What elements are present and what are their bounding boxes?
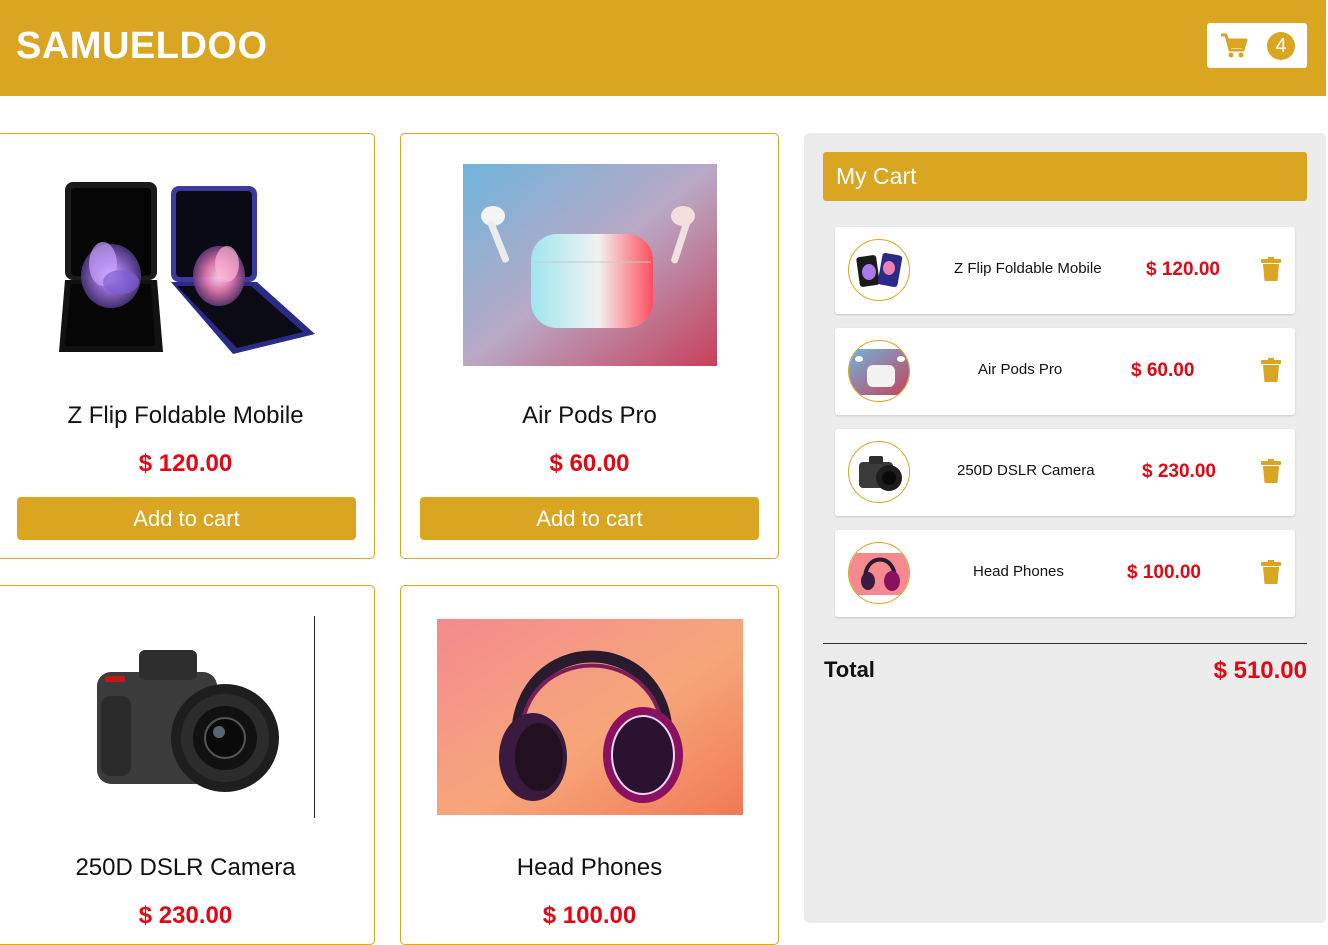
trash-icon[interactable]	[1261, 358, 1281, 387]
product-card: Head Phones $ 100.00	[400, 585, 779, 945]
cart-item-name: 250D DSLR Camera	[957, 462, 1095, 479]
cart-item-thumbnail	[848, 542, 910, 604]
trash-icon[interactable]	[1261, 257, 1281, 286]
product-price: $ 230.00	[138, 902, 233, 929]
cart-item-name: Air Pods Pro	[978, 361, 1063, 378]
product-image-headphones	[437, 619, 743, 815]
product-name: Head Phones	[516, 854, 663, 881]
cart-item: 250D DSLR Camera $ 230.00	[835, 429, 1295, 516]
product-price: $ 120.00	[138, 450, 233, 477]
cart-item-thumbnail	[848, 239, 910, 301]
total-label: Total	[824, 657, 875, 682]
product-image-airpods	[463, 164, 717, 366]
product-card: Air Pods Pro $ 60.00 Add to cart	[400, 133, 779, 559]
product-image-camera	[91, 636, 287, 811]
cart-item-thumbnail	[848, 340, 910, 402]
cart-panel: My Cart Z Flip Foldable Mobile $ 120.00	[804, 133, 1326, 923]
trash-icon[interactable]	[1261, 560, 1281, 589]
cart-icon	[1220, 33, 1248, 64]
total-value: $ 510.00	[1213, 657, 1307, 684]
add-to-cart-button[interactable]: Add to cart	[17, 497, 356, 540]
cart-count-badge: 4	[1267, 32, 1295, 60]
cart-item-price: $ 60.00	[1131, 360, 1195, 381]
cart-item-thumbnail	[848, 441, 910, 503]
top-navbar: SAMUELDOO 4	[0, 0, 1326, 96]
cart-item-name: Head Phones	[973, 563, 1064, 580]
product-name: Z Flip Foldable Mobile	[67, 402, 304, 429]
cart-item: Z Flip Foldable Mobile $ 120.00	[835, 227, 1295, 314]
cart-item: Air Pods Pro $ 60.00	[835, 328, 1295, 415]
add-to-cart-button[interactable]: Add to cart	[420, 497, 759, 540]
cart-item-name: Z Flip Foldable Mobile	[954, 260, 1102, 277]
cart-item-price: $ 100.00	[1127, 562, 1201, 583]
product-card: 250D DSLR Camera $ 230.00	[0, 585, 375, 945]
product-image-foldable-phone	[55, 164, 323, 364]
image-edge-line	[314, 616, 315, 818]
trash-icon[interactable]	[1261, 459, 1281, 488]
cart-item: Head Phones $ 100.00	[835, 530, 1295, 617]
cart-divider	[823, 643, 1307, 644]
product-price: $ 100.00	[542, 902, 637, 929]
cart-button[interactable]: 4	[1207, 23, 1307, 68]
cart-title: My Cart	[823, 152, 1307, 201]
brand-logo[interactable]: SAMUELDOO	[16, 25, 268, 68]
product-name: 250D DSLR Camera	[75, 854, 296, 881]
product-name: Air Pods Pro	[522, 402, 657, 429]
product-card: Z Flip Foldable Mobile $ 120.00 Add to c…	[0, 133, 375, 559]
cart-item-price: $ 230.00	[1142, 461, 1216, 482]
cart-item-price: $ 120.00	[1146, 259, 1220, 280]
product-price: $ 60.00	[549, 450, 630, 477]
